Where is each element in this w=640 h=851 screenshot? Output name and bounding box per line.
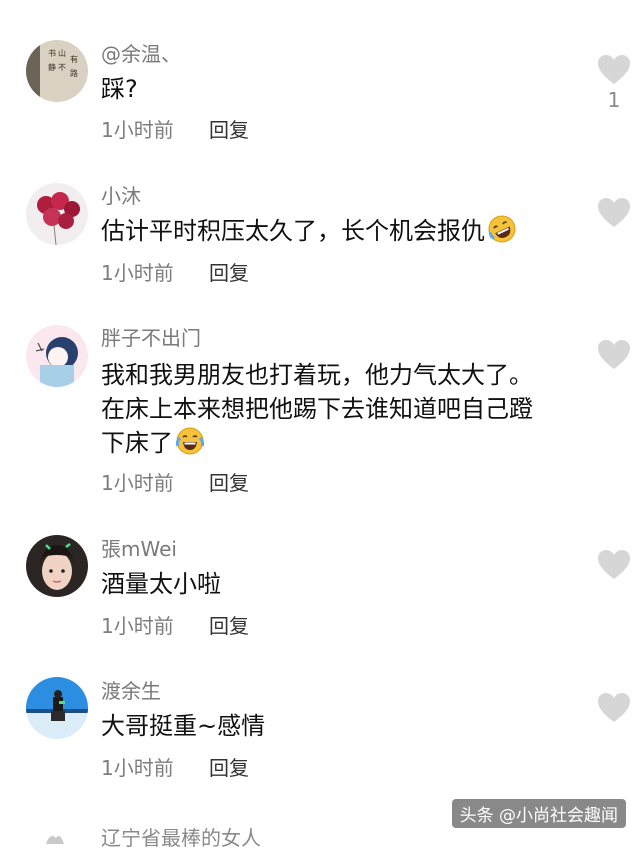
- svg-text:山: 山: [58, 48, 66, 58]
- comment-text: 大哥挺重~感情: [101, 712, 266, 740]
- username[interactable]: 渡余生: [101, 679, 161, 703]
- timestamp: 1小时前: [101, 471, 174, 495]
- username[interactable]: 張mWei: [101, 537, 177, 561]
- username-partial[interactable]: 辽宁省最棒的女人: [101, 822, 261, 851]
- heart-icon[interactable]: [598, 693, 630, 723]
- timestamp: 1小时前: [101, 118, 174, 142]
- avatar[interactable]: [26, 183, 88, 245]
- comment-text: 踩?: [101, 75, 138, 103]
- username[interactable]: 小沐: [101, 184, 141, 208]
- svg-text:不: 不: [58, 63, 66, 72]
- like-count: 1: [607, 88, 621, 112]
- tears-of-joy-emoji: [175, 427, 205, 455]
- reply-button[interactable]: 回复: [209, 471, 249, 495]
- avatar[interactable]: [26, 535, 88, 597]
- username[interactable]: 胖子不出门: [101, 326, 201, 350]
- username[interactable]: @余温、: [101, 42, 181, 66]
- comment-text-content: 估计平时积压太久了，长个机会报仇: [101, 217, 485, 245]
- heart-icon[interactable]: [598, 55, 630, 85]
- heart-icon[interactable]: [598, 550, 630, 580]
- comment-line: 在床上本来想把他踢下去谁知道吧自己蹬: [101, 395, 533, 423]
- reply-button[interactable]: 回复: [209, 261, 249, 285]
- comment-line: 我和我男朋友也打着玩，他力气太大了。: [101, 361, 533, 389]
- avatar[interactable]: [26, 677, 88, 739]
- comment-line-last: 下床了: [101, 426, 571, 460]
- watermark: 头条 @小尚社会趣闻: [451, 799, 626, 828]
- comment-text: 估计平时积压太久了，长个机会报仇: [101, 214, 571, 248]
- svg-text:静: 静: [48, 62, 56, 72]
- timestamp: 1小时前: [101, 614, 174, 638]
- heart-icon[interactable]: [598, 340, 630, 370]
- partial-avatar[interactable]: [40, 828, 70, 844]
- rolling-laugh-emoji: [488, 215, 516, 243]
- svg-text:书: 书: [48, 48, 56, 58]
- reply-button[interactable]: 回复: [209, 118, 249, 142]
- comment-text: 我和我男朋友也打着玩，他力气太大了。 在床上本来想把他踢下去谁知道吧自己蹬 下床…: [101, 358, 571, 460]
- comment-text: 酒量太小啦: [101, 570, 221, 598]
- comment-line: 下床了: [101, 429, 173, 457]
- heart-icon[interactable]: [598, 198, 630, 228]
- reply-button[interactable]: 回复: [209, 756, 249, 780]
- timestamp: 1小时前: [101, 261, 174, 285]
- svg-text:路: 路: [70, 68, 78, 78]
- timestamp: 1小时前: [101, 756, 174, 780]
- avatar[interactable]: [26, 325, 88, 387]
- reply-button[interactable]: 回复: [209, 614, 249, 638]
- avatar[interactable]: 书山 静不 有路: [26, 40, 88, 102]
- svg-text:有: 有: [70, 54, 78, 64]
